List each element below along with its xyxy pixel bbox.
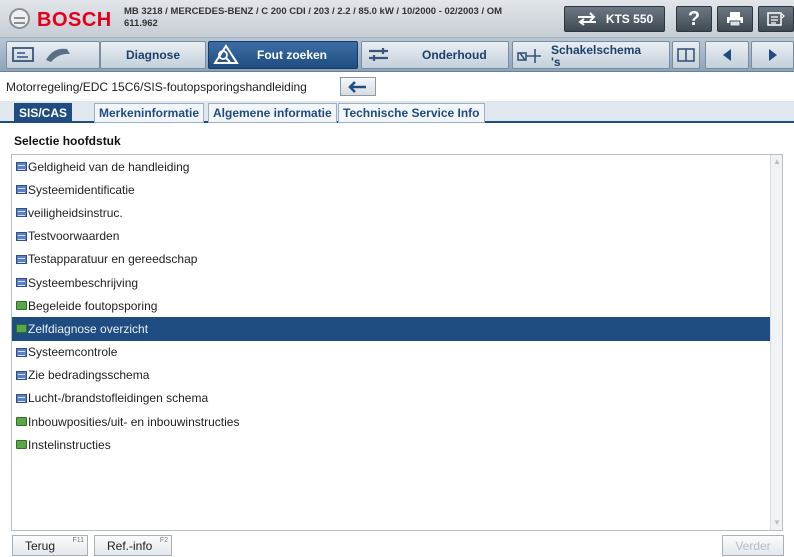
list-item-label: Testapparatuur en gereedschap	[28, 252, 198, 267]
list-item[interactable]: Begeleide foutopsporing	[12, 294, 771, 317]
scroll-up-icon[interactable]: ▲	[773, 158, 781, 166]
list-item[interactable]: Instelinstructies	[12, 433, 771, 456]
list-item[interactable]: Systeemcontrole	[12, 341, 771, 364]
doc-icon	[16, 162, 27, 171]
ref-info-button[interactable]: Ref.-info F2	[94, 535, 172, 556]
list-item-label: Systeemidentificatie	[28, 182, 135, 197]
printer-icon	[727, 12, 743, 27]
brand-name: BOSCH	[37, 9, 112, 31]
doc-icon	[16, 277, 27, 287]
tab-vehicle[interactable]	[6, 41, 100, 69]
engine-code: 611.962	[124, 18, 158, 29]
breadcrumb-back-button[interactable]	[340, 77, 376, 96]
section-title: Selectie hoofdstuk	[14, 134, 121, 148]
list-item[interactable]: Geldigheid van de handleiding	[12, 155, 771, 178]
back-button[interactable]: Terug F11	[12, 535, 88, 556]
list-item[interactable]: Lucht-/brandstofleidingen schema	[12, 387, 771, 410]
doc-icon	[16, 185, 27, 195]
doc-icon	[16, 231, 27, 241]
return-arrow-icon	[348, 80, 366, 93]
maintenance-icon	[362, 44, 396, 66]
doc-icon	[16, 347, 27, 357]
main-navigation: Diagnose Fout zoeken Onderhoud Schakelsc…	[0, 38, 794, 72]
list-item[interactable]: Inbouwposities/uit- en inbouwinstructies	[12, 410, 771, 433]
list-item[interactable]: Testapparatuur en gereedschap	[12, 248, 771, 271]
ref-info-label: Ref.-info	[107, 538, 153, 553]
list-item-label: Geldigheid van de handleiding	[28, 159, 190, 174]
bosch-logo-icon	[9, 8, 30, 29]
tab-technische-service-info[interactable]: Technische Service Info	[338, 103, 485, 123]
folder-icon	[16, 440, 27, 450]
list-item-label: Inbouwposities/uit- en inbouwinstructies	[28, 414, 240, 429]
folder-icon	[16, 417, 27, 427]
tab-onderhoud[interactable]: Onderhoud	[361, 41, 509, 69]
tab-manual[interactable]	[672, 41, 700, 69]
next-button[interactable]: Verder	[722, 535, 784, 556]
list-item-label: Systeemcontrole	[28, 345, 118, 360]
list-item[interactable]: Testvoorwaarden	[12, 225, 771, 248]
tab-schakelschema-label: Schakelschema 's	[551, 42, 641, 68]
help-button[interactable]: ?	[676, 6, 712, 32]
list-scrollbar[interactable]: ▲ ▼	[770, 155, 782, 530]
list-menu-icon	[767, 12, 785, 26]
print-button[interactable]	[717, 6, 753, 32]
help-icon: ?	[687, 7, 701, 30]
back-shortcut-key: F11	[72, 537, 84, 544]
list-item-label: Zelfdiagnose overzicht	[28, 321, 149, 336]
schakelschema-suffix: 's	[551, 55, 561, 69]
ref-shortcut-key: F2	[159, 537, 168, 544]
list-item[interactable]: Zie bedradingsschema	[12, 364, 771, 387]
tab-diagnose-label: Diagnose	[125, 48, 180, 62]
list-item-label: veiligheidsinstruc.	[28, 205, 123, 220]
engine-part-icon	[41, 44, 75, 66]
doc-icon	[16, 393, 27, 403]
tab-fout-zoeken[interactable]: Fout zoeken	[208, 41, 358, 69]
list-item-label: Begeleide foutopsporing	[28, 298, 158, 313]
doc-icon	[16, 208, 27, 218]
list-item-label: Zie bedradingsschema	[28, 368, 150, 383]
chapter-list: Geldigheid van de handleiding Systeemide…	[12, 155, 771, 456]
app-header: BOSCH MB 3218 / MERCEDES-BENZ / C 200 CD…	[0, 0, 794, 38]
list-item-selected[interactable]: Zelfdiagnose overzicht	[12, 317, 771, 341]
next-nav-button[interactable]	[751, 41, 794, 69]
folder-icon	[16, 301, 27, 311]
vehicle-info: MB 3218 / MERCEDES-BENZ / C 200 CDI / 20…	[124, 6, 503, 17]
list-item-label: Systeembeschrijving	[28, 275, 139, 290]
kts-device-button[interactable]: KTS 550	[564, 6, 665, 32]
tab-merkeninformatie[interactable]: Merkeninformatie	[94, 103, 205, 123]
list-item[interactable]: Systeemidentificatie	[12, 178, 771, 201]
arrow-left-icon	[723, 49, 731, 61]
tab-diagnose[interactable]: Diagnose	[100, 41, 206, 69]
doc-icon	[16, 254, 27, 264]
tab-onderhoud-label: Onderhoud	[422, 48, 487, 62]
info-tabs: SIS/CAS Merkeninformatie Algemene inform…	[0, 101, 794, 123]
list-item[interactable]: Systeembeschrijving	[12, 271, 771, 294]
tab-schakelschema[interactable]: Schakelschema 's	[512, 41, 670, 69]
swap-arrow-icon	[577, 12, 596, 26]
footer-bar: Terug F11 Ref.-info F2 Verder	[0, 531, 794, 557]
schakelschema-text: Schakelschema	[551, 43, 642, 57]
breadcrumb: Motorregeling/EDC 15C6/SIS-foutopsporing…	[6, 80, 307, 94]
back-button-label: Terug	[25, 538, 56, 553]
list-item-label: Testvoorwaarden	[28, 229, 120, 244]
menu-button[interactable]	[758, 6, 794, 32]
kts-device-label: KTS 550	[605, 12, 654, 26]
folder-icon	[16, 324, 27, 334]
tab-fout-zoeken-label: Fout zoeken	[257, 48, 328, 62]
list-item-label: Lucht-/brandstofleidingen schema	[28, 391, 209, 406]
previous-button[interactable]	[705, 41, 749, 69]
chapter-list-panel: Geldigheid van de handleiding Systeemide…	[11, 154, 783, 531]
troubleshoot-icon	[209, 44, 243, 66]
wiring-diagram-icon	[513, 44, 547, 66]
tab-algemene-informatie[interactable]: Algemene informatie	[208, 103, 337, 123]
arrow-right-icon	[768, 49, 777, 61]
doc-icon	[16, 370, 27, 380]
list-item[interactable]: veiligheidsinstruc.	[12, 201, 771, 224]
next-button-label: Verder	[735, 538, 771, 553]
scroll-down-icon[interactable]: ▼	[773, 519, 781, 527]
book-icon	[677, 48, 695, 62]
tab-sis-cas[interactable]: SIS/CAS	[14, 103, 73, 123]
vehicle-seat-icon	[7, 44, 41, 66]
list-item-label: Instelinstructies	[28, 437, 111, 452]
